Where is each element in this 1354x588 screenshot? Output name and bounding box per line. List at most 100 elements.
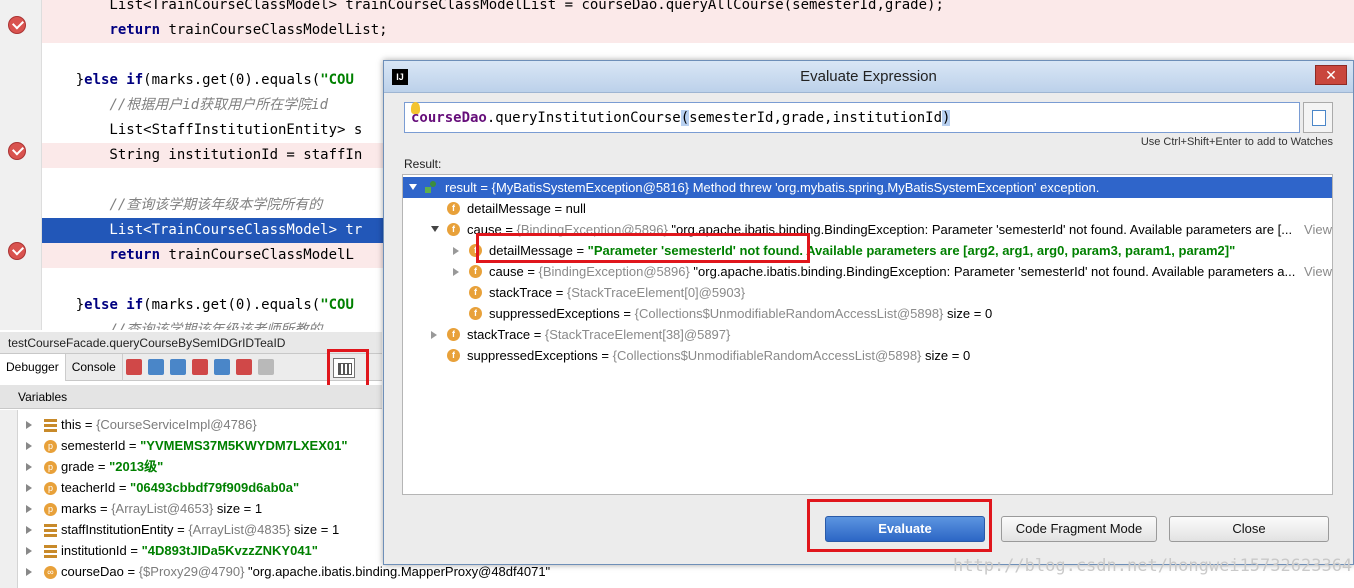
variable-eq: = — [81, 417, 97, 432]
variable-row[interactable]: p semesterId = "YVMEMS37M5KWYDM7LXEX01" — [20, 435, 382, 456]
expression-input[interactable]: courseDao.queryInstitutionCourse(semeste… — [404, 102, 1300, 133]
code-token: List<TrainCourseClassModel> tr — [42, 222, 363, 238]
variable-row[interactable]: ∞ courseDao = {$Proxy29@4790} "org.apache… — [20, 561, 550, 582]
run-to-cursor-icon[interactable] — [257, 359, 274, 375]
variable-row[interactable]: p teacherId = "06493cbbdf79f909d6ab0a" — [20, 477, 382, 498]
force-step-into-icon[interactable] — [191, 359, 208, 375]
collapse-arrow-icon[interactable] — [431, 226, 439, 232]
drop-frame-icon[interactable] — [235, 359, 252, 375]
variable-row[interactable]: institutionId = "4D893tJIDa5KvzzZNKY041" — [20, 540, 382, 561]
variable-eq: = — [96, 501, 112, 516]
result-tree-row[interactable]: f cause = {BindingException@5896} "org.ap… — [403, 219, 1332, 240]
tree-eq: = — [476, 180, 492, 195]
tree-rest: "org.apache.ibatis.binding.BindingExcept… — [667, 222, 1293, 237]
tab-debugger[interactable]: Debugger — [0, 353, 66, 381]
expression-close-paren: ) — [942, 110, 951, 126]
result-tree-row[interactable]: f detailMessage = "Parameter 'semesterId'… — [403, 240, 1332, 261]
variable-type: {ArrayList@4835} — [188, 522, 291, 537]
variable-row[interactable]: this = {CourseServiceImpl@4786} — [20, 414, 382, 435]
result-tree-text: stackTrace = {StackTraceElement[38]@5897… — [467, 324, 730, 345]
variable-row[interactable]: p marks = {ArrayList@4653} size = 1 — [20, 498, 382, 519]
step-out-icon[interactable] — [213, 359, 230, 375]
close-icon[interactable]: ✕ — [1315, 65, 1347, 85]
parameter-icon: p — [44, 482, 57, 496]
result-tree-row[interactable]: f stackTrace = {StackTraceElement[38]@589… — [403, 324, 1332, 345]
expand-arrow-icon[interactable] — [26, 568, 32, 576]
result-tree[interactable]: result = {MyBatisSystemException@5816} M… — [402, 174, 1333, 495]
code-token: trainCourseClassModelL — [160, 247, 354, 263]
expand-arrow-icon[interactable] — [26, 526, 32, 534]
expand-arrow-icon[interactable] — [26, 463, 32, 471]
code-token: List<StaffInstitutionEntity> s — [42, 122, 363, 138]
tree-eq: = — [552, 285, 567, 300]
tree-rest: Method threw 'org.mybatis.spring.MyBatis… — [689, 180, 1100, 195]
debug-frame-bar[interactable]: testCourseFacade.queryCourseBySemIDGrIDT… — [0, 332, 382, 354]
breakpoint-icon[interactable] — [8, 142, 26, 160]
dialog-title: Evaluate Expression — [800, 68, 937, 85]
frame-label: testCourseFacade.queryCourseBySemIDGrIDT… — [8, 336, 286, 350]
breakpoint-icon[interactable] — [8, 242, 26, 260]
tab-console[interactable]: Console — [66, 353, 123, 381]
variable-eq: = — [125, 438, 141, 453]
expand-arrow-icon[interactable] — [26, 421, 32, 429]
result-tree-row[interactable]: result = {MyBatisSystemException@5816} M… — [403, 177, 1332, 198]
step-into-icon[interactable] — [169, 359, 186, 375]
expand-arrow-icon[interactable] — [26, 505, 32, 513]
variable-eq: = — [94, 459, 110, 474]
result-tree-row[interactable]: f stackTrace = {StackTraceElement[0]@5903… — [403, 282, 1332, 303]
result-tree-row[interactable]: f suppressedExceptions = {Collections$Unm… — [403, 345, 1332, 366]
watches-hint: Use Ctrl+Shift+Enter to add to Watches — [1140, 136, 1333, 148]
variable-name: institutionId — [61, 543, 127, 558]
code-fragment-mode-button[interactable]: Code Fragment Mode — [1001, 516, 1157, 542]
result-tree-text: cause = {BindingException@5896} "org.apa… — [489, 261, 1295, 282]
variable-name: courseDao — [61, 564, 124, 579]
collapse-arrow-icon[interactable] — [409, 184, 417, 190]
code-token: return — [109, 22, 161, 38]
tree-eq: = — [619, 306, 635, 321]
expand-arrow-icon[interactable] — [26, 547, 32, 555]
variable-name: teacherId — [61, 480, 116, 495]
expand-arrow-icon[interactable] — [453, 268, 459, 276]
variable-name: grade — [61, 459, 95, 474]
variable-row[interactable]: p grade = "2013级" — [20, 456, 382, 477]
field-icon: f — [469, 244, 482, 257]
evaluate-button[interactable]: Evaluate — [825, 516, 985, 542]
step-over-icon[interactable] — [147, 359, 164, 375]
expand-arrow-icon[interactable] — [453, 247, 459, 255]
result-tree-row[interactable]: f detailMessage = null — [403, 198, 1332, 219]
dialog-title-bar[interactable]: IJ Evaluate Expression ✕ — [384, 61, 1353, 93]
code-token: } — [42, 297, 85, 313]
variable-name: this — [61, 417, 82, 432]
result-tree-row[interactable]: f cause = {BindingException@5896} "org.ap… — [403, 261, 1332, 282]
field-icon — [44, 419, 57, 433]
result-tree-text: suppressedExceptions = {Collections$Unmo… — [489, 303, 992, 324]
tab-console-label: Console — [71, 359, 116, 374]
view-link[interactable]: View — [1300, 261, 1332, 282]
variable-row[interactable]: staffInstitutionEntity = {ArrayList@4835… — [20, 519, 382, 540]
field-icon: f — [469, 307, 482, 320]
evaluate-expression-icon[interactable] — [333, 358, 355, 378]
expand-arrow-icon[interactable] — [431, 331, 437, 339]
result-label: Result: — [404, 157, 442, 171]
show-execution-point-icon[interactable] — [125, 359, 142, 375]
variable-extra: size = 1 — [290, 522, 340, 537]
parameter-icon: p — [44, 440, 57, 454]
expand-arrow-icon[interactable] — [26, 484, 32, 492]
variable-value: "2013级" — [109, 459, 164, 474]
variable-value: "YVMEMS37M5KWYDM7LXEX01" — [140, 438, 348, 453]
add-to-watches-button[interactable] — [1303, 102, 1333, 133]
result-tree-row[interactable]: f suppressedExceptions = {Collections$Unm… — [403, 303, 1332, 324]
variable-eq: = — [126, 543, 142, 558]
breakpoint-icon[interactable] — [8, 16, 26, 34]
variable-name: semesterId — [61, 438, 126, 453]
close-button[interactable]: Close — [1169, 516, 1329, 542]
code-line: return trainCourseClassModelList; — [42, 18, 1354, 43]
expand-arrow-icon[interactable] — [26, 442, 32, 450]
view-link[interactable]: View — [1300, 219, 1332, 240]
field-icon: f — [447, 202, 460, 215]
tree-eq: = — [597, 348, 613, 363]
code-line: List<TrainCourseClassModel> trainCourseC… — [42, 0, 1354, 18]
code-token: "COU — [320, 72, 354, 88]
